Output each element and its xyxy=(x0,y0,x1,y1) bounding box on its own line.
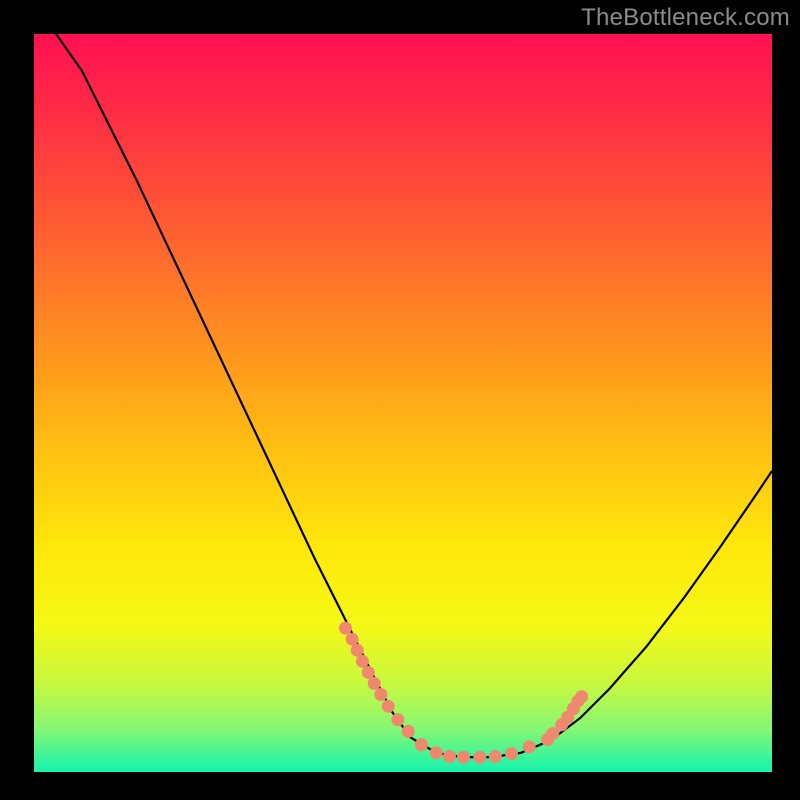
cluster-dot xyxy=(505,747,518,760)
cluster-dot xyxy=(457,751,470,764)
cluster-dot xyxy=(374,688,387,701)
chart-stage: TheBottleneck.com xyxy=(0,0,800,800)
cluster-dot xyxy=(443,750,456,763)
cluster-dot xyxy=(473,751,486,764)
bottleneck-curve xyxy=(56,34,772,757)
cluster-dot xyxy=(415,738,428,751)
cluster-dot xyxy=(430,746,443,759)
chart-svg xyxy=(34,34,772,772)
cluster-dot xyxy=(575,690,588,703)
cluster-dot xyxy=(391,713,404,726)
cluster-dot xyxy=(362,666,375,679)
cluster-dot xyxy=(356,655,369,668)
cluster-dot xyxy=(489,750,502,763)
cluster-dot xyxy=(402,725,415,738)
cluster-dot xyxy=(523,740,536,753)
watermark-text: TheBottleneck.com xyxy=(581,4,790,32)
cluster-dot xyxy=(339,622,352,635)
cluster-dot xyxy=(351,644,364,657)
plot-area xyxy=(34,34,772,772)
cluster-dot xyxy=(382,700,395,713)
cluster-dot xyxy=(368,677,381,690)
